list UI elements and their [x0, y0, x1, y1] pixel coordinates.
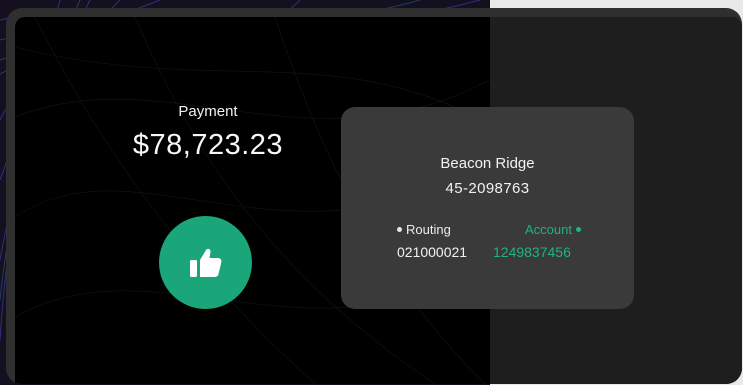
recipient-card: Beacon Ridge 45-2098763 Routing 02100002… [341, 107, 634, 309]
routing-label: Routing [397, 222, 451, 237]
account-number: 1249837456 [493, 244, 571, 260]
payment-label: Payment [178, 103, 238, 120]
payment-panel: Payment $78,723.23 Beacon Ridge 45-20987… [15, 17, 742, 384]
routing-label-text: Routing [406, 222, 451, 237]
routing-dot-icon [397, 227, 402, 232]
company-ein: 45-2098763 [445, 180, 530, 197]
payment-amount: $78,723.23 [132, 129, 284, 161]
account-dot-icon [576, 227, 581, 232]
account-label-text: Account [525, 222, 572, 237]
account-label: Account [503, 222, 581, 237]
app-frame: Payment $78,723.23 Beacon Ridge 45-20987… [6, 8, 742, 384]
thumbs-up-icon [189, 248, 221, 277]
company-name: Beacon Ridge [440, 155, 535, 172]
approve-button[interactable] [159, 216, 252, 309]
routing-number: 021000021 [397, 244, 468, 260]
